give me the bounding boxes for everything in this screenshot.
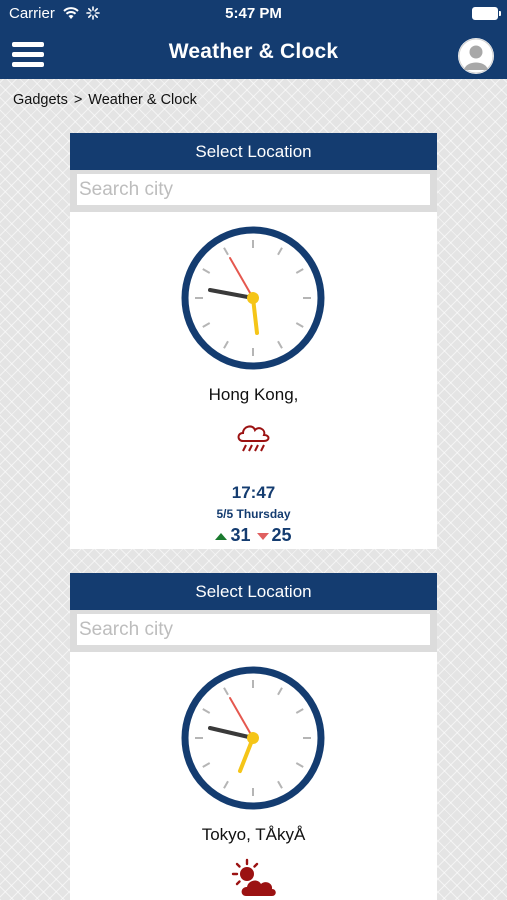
- breadcrumb-separator: >: [73, 92, 83, 108]
- select-location-button[interactable]: Select Location: [70, 573, 437, 610]
- select-location-button[interactable]: Select Location: [70, 133, 437, 170]
- local-time: 17:47: [231, 483, 276, 502]
- breadcrumb: Gadgets > Weather & Clock: [13, 92, 197, 108]
- rain-cloud-icon: [237, 425, 270, 452]
- temp-low: 25: [271, 525, 292, 545]
- user-avatar-icon[interactable]: [458, 38, 494, 74]
- breadcrumb-root-link[interactable]: Gadgets: [13, 92, 68, 108]
- city-name: Tokyo, TÅkyÅ: [201, 825, 306, 844]
- search-container: [70, 610, 437, 652]
- temp-high: 31: [230, 525, 251, 545]
- status-bar: Carrier 5:47 PM: [0, 0, 507, 28]
- clock-weather-card: Hong Kong, 17:47 5/5 Thursday 31 25: [70, 212, 437, 549]
- page-title: Weather & Clock: [168, 40, 339, 63]
- search-container: [70, 170, 437, 212]
- temperature-range: 31 25: [70, 525, 437, 546]
- search-city-input[interactable]: [77, 174, 430, 205]
- partly-cloudy-sun-icon: [231, 858, 276, 896]
- clock-weather-card: Tokyo, TÅkyÅ: [70, 652, 437, 900]
- temp-high-arrow-icon: [215, 532, 228, 540]
- analog-clock-icon: [181, 666, 325, 810]
- breadcrumb-current: Weather & Clock: [88, 92, 197, 108]
- analog-clock-icon: [181, 226, 325, 370]
- local-date: 5/5 Thursday: [216, 507, 291, 521]
- app-header: Carrier 5:47 PM Weather & Clock: [0, 0, 507, 79]
- battery-icon: [472, 7, 501, 20]
- search-city-input[interactable]: [77, 614, 430, 645]
- city-name: Hong Kong,: [208, 385, 299, 404]
- status-time: 5:47 PM: [225, 5, 282, 22]
- temp-low-arrow-icon: [256, 532, 269, 540]
